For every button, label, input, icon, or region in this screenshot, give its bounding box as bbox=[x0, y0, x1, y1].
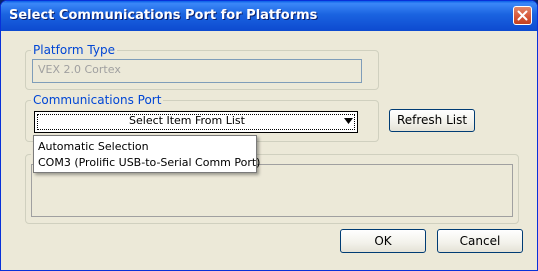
ok-button[interactable]: OK bbox=[340, 229, 426, 253]
close-icon bbox=[517, 10, 528, 21]
platform-type-legend: Platform Type bbox=[31, 43, 117, 57]
close-button[interactable] bbox=[513, 6, 532, 25]
combo-selected-text: Select Item From List bbox=[129, 114, 245, 127]
platform-type-field: VEX 2.0 Cortex bbox=[32, 59, 362, 83]
dialog-body: Platform Type VEX 2.0 Cortex In Communic… bbox=[4, 31, 534, 269]
cancel-button[interactable]: Cancel bbox=[437, 229, 523, 253]
comm-port-combo[interactable]: Select Item From List bbox=[34, 111, 358, 133]
chevron-down-icon[interactable] bbox=[344, 118, 353, 124]
comm-port-legend: Communications Port bbox=[31, 93, 164, 107]
platform-type-group: Platform Type VEX 2.0 Cortex bbox=[25, 43, 379, 90]
dialog-window: Select Communications Port for Platforms… bbox=[0, 0, 538, 271]
window-title: Select Communications Port for Platforms bbox=[9, 8, 318, 23]
refresh-list-button[interactable]: Refresh List bbox=[389, 109, 475, 132]
comm-port-dropdown: Automatic Selection COM3 (Prolific USB-t… bbox=[33, 135, 260, 173]
dropdown-option-automatic[interactable]: Automatic Selection bbox=[38, 140, 149, 153]
title-bar[interactable]: Select Communications Port for Platforms bbox=[1, 1, 537, 31]
dropdown-option-com3[interactable]: COM3 (Prolific USB-to-Serial Comm Port) bbox=[38, 156, 260, 169]
